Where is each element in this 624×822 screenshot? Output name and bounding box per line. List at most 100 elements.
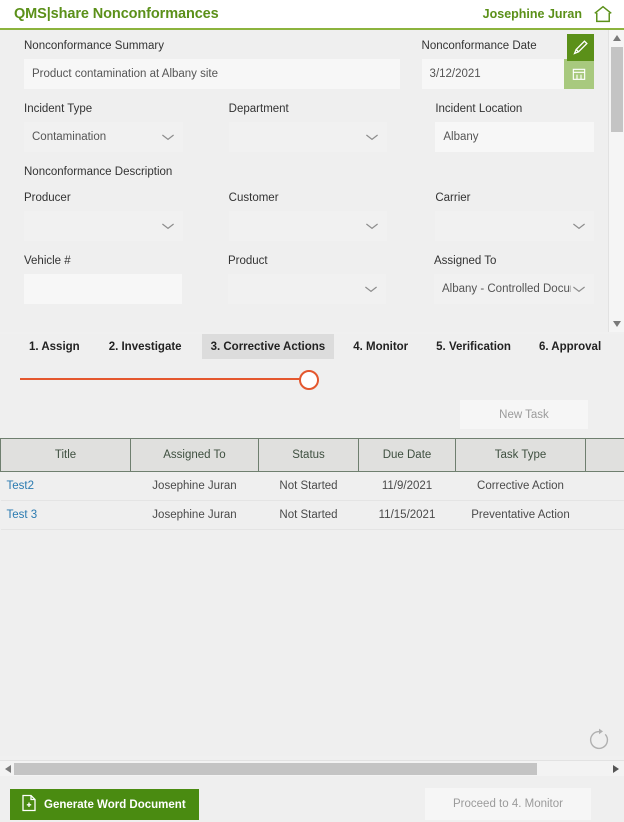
dropdown-incident-type-value: Contamination bbox=[32, 131, 107, 143]
table-horizontal-scrollbar[interactable] bbox=[0, 760, 624, 776]
table-scrollbar-thumb[interactable] bbox=[14, 763, 537, 775]
label-nonconformance-summary: Nonconformance Summary bbox=[24, 40, 164, 52]
generate-word-document-button[interactable]: Generate Word Document bbox=[10, 789, 199, 820]
input-nonconformance-date[interactable]: 3/12/2021 bbox=[421, 59, 564, 89]
form-vertical-scrollbar[interactable] bbox=[608, 30, 624, 332]
footer-bar: Generate Word Document Proceed to 4. Mon… bbox=[0, 776, 624, 822]
dropdown-assigned-to[interactable]: Albany - Controlled Docum bbox=[434, 274, 594, 304]
progress-knob[interactable] bbox=[299, 370, 319, 390]
label-incident-type: Incident Type bbox=[24, 103, 93, 115]
cell-task-type: Preventative Action bbox=[455, 500, 586, 530]
tab-5-verification[interactable]: 5. Verification bbox=[427, 334, 520, 359]
label-incident-location: Incident Location bbox=[435, 103, 523, 115]
scroll-down-arrow-icon[interactable] bbox=[609, 316, 624, 332]
workflow-progress bbox=[0, 365, 624, 393]
progress-track-filled bbox=[20, 378, 310, 380]
new-task-button[interactable]: New Task bbox=[460, 400, 588, 429]
pencil-edit-icon[interactable] bbox=[567, 34, 594, 61]
date-input-group: 3/12/2021 bbox=[421, 59, 594, 89]
workflow-stepper: 1. Assign 2. Investigate 3. Corrective A… bbox=[0, 334, 624, 396]
home-icon[interactable] bbox=[592, 3, 614, 25]
label-department: Department bbox=[228, 103, 289, 115]
field-incident-type: Incident Type Contamination bbox=[24, 103, 183, 152]
cell-assigned-to: Josephine Juran bbox=[130, 471, 259, 501]
form-row-parties: Producer Customer Carrier bbox=[0, 192, 608, 241]
cell-ac: No bbox=[585, 500, 624, 530]
cell-due-date: 11/15/2021 bbox=[358, 500, 456, 530]
scroll-right-arrow-icon[interactable] bbox=[608, 761, 624, 777]
cell-task-type: Corrective Action bbox=[455, 471, 586, 501]
task-table-body: Test2 Josephine Juran Not Started 11/9/2… bbox=[0, 471, 624, 530]
column-header-ac[interactable]: Ac bbox=[585, 438, 624, 472]
field-product: Product bbox=[228, 255, 386, 304]
task-table: Title Assigned To Status Due Date Task T… bbox=[0, 438, 624, 530]
task-table-header: Title Assigned To Status Due Date Task T… bbox=[0, 438, 624, 472]
app-header: QMS|share Nonconformances Josephine Jura… bbox=[0, 0, 624, 30]
table-header-row: Title Assigned To Status Due Date Task T… bbox=[0, 438, 624, 472]
field-nonconformance-summary: Nonconformance Summary Product contamina… bbox=[24, 40, 400, 89]
input-vehicle-number[interactable] bbox=[24, 274, 182, 304]
column-header-status[interactable]: Status bbox=[258, 438, 359, 472]
page-title: QMS|share Nonconformances bbox=[14, 6, 219, 22]
table-row[interactable]: Test2 Josephine Juran Not Started 11/9/2… bbox=[0, 471, 624, 501]
tab-3-corrective-actions[interactable]: 3. Corrective Actions bbox=[201, 334, 335, 359]
cell-status: Not Started bbox=[258, 500, 359, 530]
word-document-icon bbox=[21, 794, 37, 815]
form-scrollbar-thumb[interactable] bbox=[611, 47, 623, 132]
field-vehicle-number: Vehicle # bbox=[24, 255, 182, 304]
column-header-task-type[interactable]: Task Type bbox=[455, 438, 586, 472]
form-row-summary: Nonconformance Summary Product contamina… bbox=[0, 40, 608, 89]
cell-ac: No bbox=[585, 471, 624, 501]
field-assigned-to: Assigned To Albany - Controlled Docum bbox=[434, 255, 594, 304]
task-link[interactable]: Test2 bbox=[7, 480, 35, 492]
field-customer: Customer bbox=[228, 192, 388, 241]
application-window: QMS|share Nonconformances Josephine Jura… bbox=[0, 0, 624, 822]
form-content: Nonconformance Summary Product contamina… bbox=[0, 30, 608, 304]
chevron-down-icon bbox=[573, 223, 585, 230]
scroll-up-arrow-icon[interactable] bbox=[609, 30, 624, 46]
column-header-assigned-to[interactable]: Assigned To bbox=[130, 438, 259, 472]
label-nonconformance-description: Nonconformance Description bbox=[24, 166, 173, 178]
cell-due-date: 11/9/2021 bbox=[358, 471, 456, 501]
task-toolbar: New Task bbox=[0, 396, 624, 438]
input-incident-location[interactable]: Albany bbox=[435, 122, 595, 152]
table-row[interactable]: Test 3 Josephine Juran Not Started 11/15… bbox=[0, 500, 624, 530]
form-row-incident: Incident Type Contamination Department I… bbox=[0, 103, 608, 152]
tab-4-monitor[interactable]: 4. Monitor bbox=[344, 334, 417, 359]
field-carrier: Carrier bbox=[435, 192, 595, 241]
generate-word-document-label: Generate Word Document bbox=[44, 798, 186, 811]
tab-2-investigate[interactable]: 2. Investigate bbox=[100, 334, 191, 359]
column-header-title[interactable]: Title bbox=[0, 438, 131, 472]
chevron-down-icon bbox=[365, 286, 377, 293]
form-row-logistics: Vehicle # Product Assigned To Albany - C… bbox=[0, 255, 608, 304]
header-right-group: Josephine Juran bbox=[483, 3, 614, 25]
input-nonconformance-summary[interactable]: Product contamination at Albany site bbox=[24, 59, 400, 89]
dropdown-product[interactable] bbox=[228, 274, 386, 304]
chevron-down-icon bbox=[366, 223, 379, 230]
column-header-due-date[interactable]: Due Date bbox=[358, 438, 456, 472]
cell-assigned-to: Josephine Juran bbox=[130, 500, 259, 530]
task-table-container: Title Assigned To Status Due Date Task T… bbox=[0, 438, 624, 756]
cell-title: Test2 bbox=[0, 471, 131, 501]
current-user-label: Josephine Juran bbox=[482, 7, 582, 21]
chevron-down-icon bbox=[161, 223, 174, 230]
calendar-icon[interactable] bbox=[564, 59, 594, 89]
field-producer: Producer bbox=[24, 192, 183, 241]
workflow-tab-list: 1. Assign 2. Investigate 3. Corrective A… bbox=[0, 334, 624, 363]
dropdown-carrier[interactable] bbox=[435, 211, 595, 241]
refresh-icon[interactable] bbox=[586, 727, 612, 753]
field-department: Department bbox=[228, 103, 388, 152]
dropdown-producer[interactable] bbox=[24, 211, 183, 241]
tab-1-assign[interactable]: 1. Assign bbox=[20, 334, 89, 359]
dropdown-incident-type[interactable]: Contamination bbox=[24, 122, 183, 152]
tab-6-approval[interactable]: 6. Approval bbox=[530, 334, 610, 359]
cell-status: Not Started bbox=[258, 471, 359, 501]
task-link[interactable]: Test 3 bbox=[7, 509, 38, 521]
dropdown-assigned-to-value: Albany - Controlled Docum bbox=[442, 283, 571, 295]
label-customer: Customer bbox=[228, 192, 279, 204]
chevron-down-icon bbox=[366, 134, 379, 141]
dropdown-customer[interactable] bbox=[228, 211, 388, 241]
dropdown-department[interactable] bbox=[228, 122, 388, 152]
proceed-to-monitor-button[interactable]: Proceed to 4. Monitor bbox=[425, 788, 591, 820]
label-product: Product bbox=[228, 255, 268, 267]
